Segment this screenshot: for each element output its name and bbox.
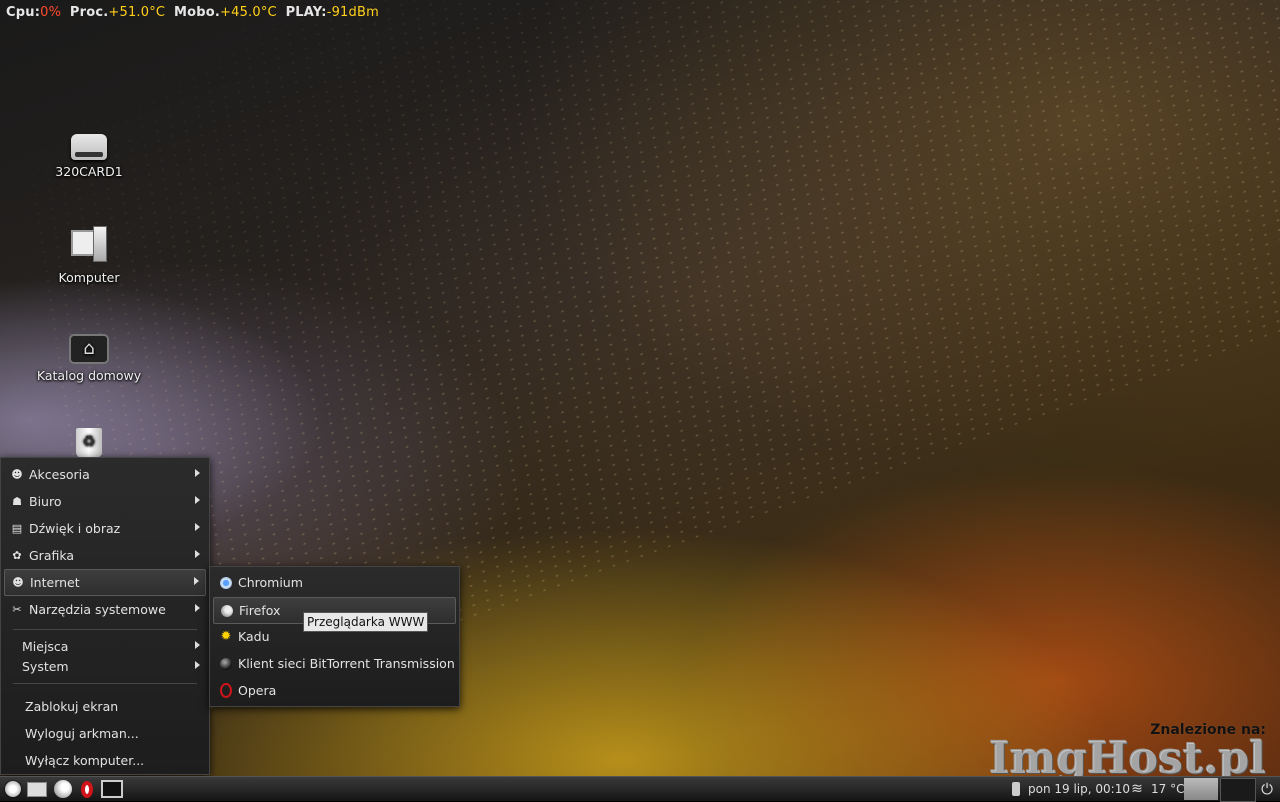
system-tools-icon: ✂: [12, 603, 22, 616]
play-label: PLAY:: [285, 5, 327, 20]
menu-item-system[interactable]: System: [4, 656, 206, 676]
menu-separator: [13, 683, 197, 684]
clock[interactable]: pon 19 lip, 00:10: [1028, 782, 1130, 796]
menu-item-label: Chromium: [238, 575, 303, 590]
menu-item-label: Kadu: [238, 629, 270, 644]
graphics-icon: ✿: [12, 549, 22, 562]
home-folder-icon: ⌂: [69, 334, 109, 364]
menu-separator: [13, 629, 197, 630]
menu-logo-icon: [5, 781, 21, 797]
workspace-switcher-2[interactable]: [1220, 778, 1256, 802]
menu-item-label: Akcesoria: [29, 467, 90, 482]
computer-icon: [69, 226, 109, 266]
launcher-opera[interactable]: [76, 779, 98, 799]
submenu-arrow-icon: [195, 523, 200, 531]
proc-label: Proc.: [69, 5, 109, 20]
menu-item-label: System: [22, 658, 69, 674]
submenu-arrow-icon: [195, 604, 200, 612]
menu-item-label: Zablokuj ekran: [25, 699, 119, 714]
submenu-item-transmission[interactable]: Klient sieci BitTorrent Transmission: [213, 651, 456, 676]
internet-submenu: Chromium Firefox ✹ Kadu Klient sieci Bit…: [209, 566, 460, 707]
menu-item-label: Miejsca: [22, 638, 69, 654]
mobo-value: +45.0°C: [220, 5, 277, 20]
menu-item-label: Biuro: [29, 494, 62, 509]
play-value: -91dBm: [326, 5, 379, 20]
drive-icon: [71, 134, 107, 160]
application-menu: ☻ Akcesoria ☗ Biuro ▤ Dźwięk i obraz ✿ G…: [0, 457, 210, 775]
submenu-arrow-icon: [195, 641, 200, 649]
menu-item-label: Klient sieci BitTorrent Transmission: [238, 656, 455, 671]
submenu-item-opera[interactable]: Opera: [213, 678, 456, 703]
conky-monitor: Cpu:0% Proc.+51.0°C Mobo.+45.0°C PLAY:-9…: [6, 5, 379, 20]
desktop-icon-home[interactable]: ⌂ Katalog domowy: [29, 326, 149, 383]
tooltip: Przeglądarka WWW: [303, 612, 429, 632]
submenu-arrow-icon: [195, 469, 200, 477]
desktop-icon-label: 320CARD1: [55, 164, 123, 179]
mail-icon: [27, 781, 47, 797]
desktop-icon-drive[interactable]: 320CARD1: [29, 126, 149, 179]
menu-item-graphics[interactable]: ✿ Grafika: [4, 543, 206, 568]
menu-item-office[interactable]: ☗ Biuro: [4, 489, 206, 514]
menu-item-logout[interactable]: Wyloguj arkman...: [4, 721, 206, 746]
launcher-browser[interactable]: [52, 779, 74, 799]
fog-icon: ≋: [1131, 781, 1143, 797]
device-tray[interactable]: [1008, 779, 1024, 799]
submenu-item-chromium[interactable]: Chromium: [213, 570, 456, 595]
chromium-icon: [219, 576, 233, 590]
bottom-panel: pon 19 lip, 00:10 ≋ 17 °C ⏻: [0, 776, 1280, 802]
temperature: 17 °C: [1151, 782, 1185, 796]
office-icon: ☗: [12, 495, 22, 508]
proc-value: +51.0°C: [108, 5, 166, 20]
terminal-icon: [101, 780, 123, 798]
firefox-icon: [54, 780, 72, 798]
menu-item-places[interactable]: Miejsca: [4, 636, 206, 656]
main-menu-button[interactable]: [2, 779, 24, 799]
menu-item-label: Dźwięk i obraz: [29, 521, 121, 536]
submenu-arrow-icon: [195, 496, 200, 504]
menu-item-accessories[interactable]: ☻ Akcesoria: [4, 462, 206, 487]
menu-item-internet[interactable]: ☻ Internet: [4, 569, 206, 596]
menu-item-label: Opera: [238, 683, 277, 698]
firefox-icon: [220, 604, 234, 618]
mobo-label: Mobo.: [173, 5, 220, 20]
usb-drive-icon: [1012, 782, 1020, 796]
menu-item-lock-screen[interactable]: Zablokuj ekran: [4, 694, 206, 719]
submenu-arrow-icon: [195, 550, 200, 558]
submenu-arrow-icon: [194, 577, 199, 585]
menu-item-label: Internet: [30, 575, 80, 590]
launcher-terminal[interactable]: [100, 779, 124, 799]
menu-item-label: Wyłącz komputer...: [25, 753, 145, 768]
weather-applet[interactable]: ≋: [1126, 779, 1148, 799]
power-icon: ⏻: [1261, 780, 1273, 798]
opera-icon: [81, 780, 93, 798]
menu-item-label: Narzędzia systemowe: [29, 602, 166, 617]
submenu-arrow-icon: [195, 661, 200, 669]
kadu-icon: ✹: [220, 629, 232, 644]
desktop-icon-label: Katalog domowy: [36, 368, 142, 383]
watermark-brand: ImgHost.pl: [989, 733, 1266, 777]
watermark: Znalezione na: ImgHost.pl: [989, 722, 1266, 776]
menu-item-shutdown[interactable]: Wyłącz komputer...: [4, 748, 206, 773]
menu-item-label: Grafika: [29, 548, 75, 563]
menu-item-system-tools[interactable]: ✂ Narzędzia systemowe: [4, 597, 206, 622]
accessories-icon: ☻: [11, 468, 23, 481]
menu-item-multimedia[interactable]: ▤ Dźwięk i obraz: [4, 516, 206, 541]
desktop-icon-label: Komputer: [58, 270, 120, 285]
opera-icon: [219, 683, 233, 698]
multimedia-icon: ▤: [11, 522, 23, 535]
transmission-icon: [219, 657, 233, 671]
shutdown-button[interactable]: ⏻: [1257, 779, 1277, 799]
menu-item-label: Wyloguj arkman...: [25, 726, 139, 741]
cpu-value: 0%: [40, 5, 62, 20]
menu-item-label: Firefox: [239, 603, 281, 618]
desktop-icon-trash[interactable]: ♻: [29, 422, 149, 462]
desktop-icon-computer[interactable]: Komputer: [29, 226, 149, 285]
workspace-switcher-1[interactable]: [1184, 778, 1218, 800]
internet-icon: ☻: [12, 576, 24, 589]
launcher-mail[interactable]: [26, 779, 48, 799]
trash-icon: ♻: [76, 428, 102, 458]
cpu-label: Cpu:: [6, 5, 41, 20]
